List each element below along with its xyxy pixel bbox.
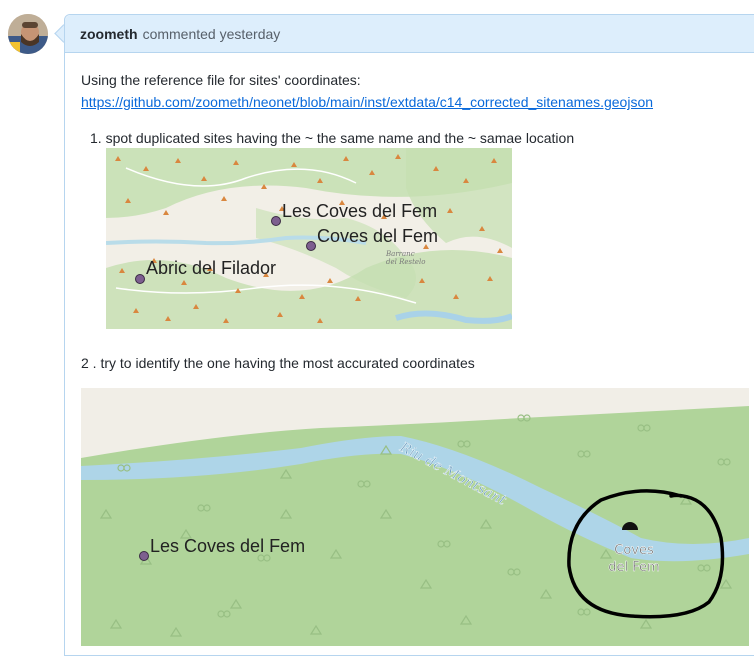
site-label-coves-del-fem: Coves del Fem <box>317 226 438 246</box>
site-marker-les-coves-del-fem <box>271 216 281 226</box>
site-label-les-coves-del-fem: Les Coves del Fem <box>150 536 305 556</box>
comment-author[interactable]: zoometh <box>80 26 138 42</box>
geojson-link[interactable]: https://github.com/zoometh/neonet/blob/m… <box>81 94 653 110</box>
step-1-item: 1. spot duplicated sites having the ~ th… <box>90 130 574 146</box>
avatar[interactable] <box>8 14 48 54</box>
comment-timestamp[interactable]: commented yesterday <box>143 26 281 42</box>
intro-text: Using the reference file for sites' coor… <box>81 72 361 88</box>
poi-label-line-2: del Fem <box>608 560 659 575</box>
site-marker-coves-del-fem <box>306 241 316 251</box>
site-marker-abric-del-filador <box>135 274 145 284</box>
poi-label-line-1: Coves <box>614 543 654 558</box>
site-label-les-coves-del-fem: Les Coves del Fem <box>282 201 437 221</box>
step-1-text: spot duplicated sites having the ~ the s… <box>105 130 575 146</box>
site-label-abric-del-filador: Abric del Filador <box>146 258 276 278</box>
step-1-number: 1. <box>90 130 102 146</box>
site-marker-les-coves-del-fem <box>139 551 149 561</box>
step-2-text: 2 . try to identify the one having the m… <box>81 355 475 371</box>
comment-header: zoometh commented yesterday <box>65 15 754 53</box>
map1-place-label-2: del Restelo <box>386 258 426 266</box>
map-image-coordinates-detail: Riu de Montsant Les Coves del Fem Coves … <box>81 388 749 646</box>
map-image-duplicated-sites: Barranc del Restelo Les Coves del Fem Co… <box>106 148 512 329</box>
map1-place-label-1: Barranc <box>385 250 415 258</box>
